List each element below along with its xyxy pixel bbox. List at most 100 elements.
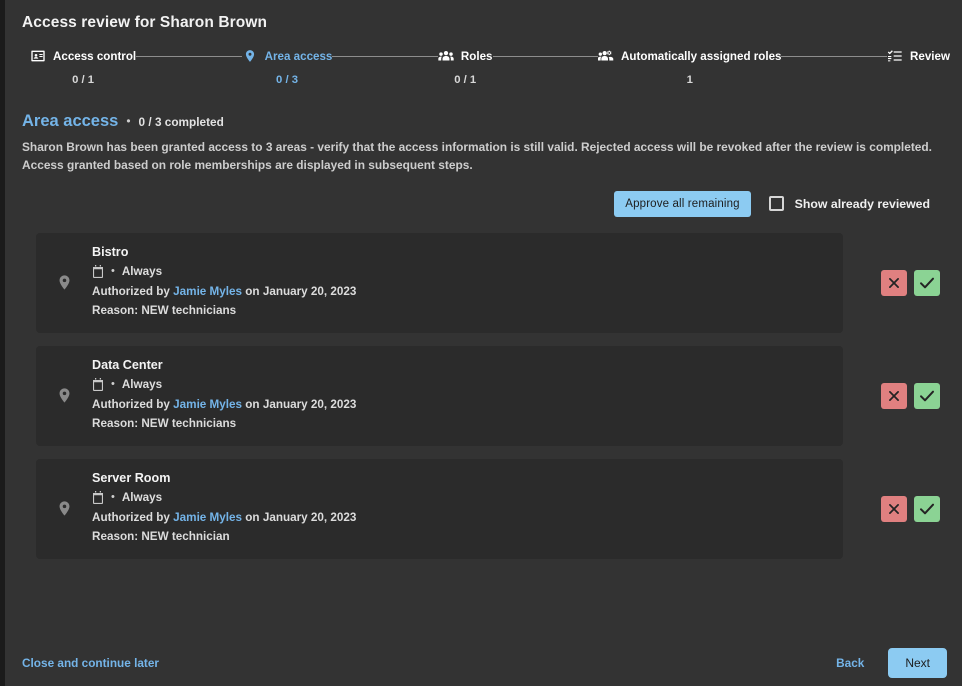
stepper-connector <box>781 47 887 65</box>
section-progress: 0 / 3 completed <box>139 115 224 129</box>
show-already-reviewed-checkbox[interactable] <box>769 196 784 211</box>
authorized-by-suffix: on January 20, 2023 <box>242 511 356 524</box>
stepper-connector <box>136 47 242 65</box>
section-title: Area access <box>22 112 118 131</box>
authorized-by-line: Authorized by Jamie Myles on January 20,… <box>92 509 827 528</box>
step-label: Review <box>910 50 950 63</box>
stepper-step-review[interactable]: Review <box>887 47 950 74</box>
checklist-icon <box>887 48 903 64</box>
authorized-by-prefix: Authorized by <box>92 285 173 298</box>
list-item: Bistro • Always A <box>36 233 940 333</box>
check-icon <box>919 389 935 403</box>
step-header: Review <box>887 47 950 65</box>
reason-line: Reason: NEW technicians <box>92 302 827 321</box>
step-count: 1 <box>687 74 693 86</box>
card-body: Data Center • Always <box>92 358 843 434</box>
calendar-icon <box>92 265 104 278</box>
stepper-step-automatically-assigned-roles[interactable]: Automatically assigned roles 1 <box>598 47 781 86</box>
area-name: Server Room <box>92 471 827 485</box>
schedule-separator: • <box>111 266 115 277</box>
authorized-by-suffix: on January 20, 2023 <box>242 285 356 298</box>
schedule-separator: • <box>111 492 115 503</box>
approve-button[interactable] <box>914 496 940 522</box>
step-header: Roles <box>438 47 493 65</box>
step-label: Access control <box>53 50 136 63</box>
location-pin-icon <box>36 272 92 293</box>
card-actions <box>881 270 940 296</box>
step-label: Roles <box>461 50 493 63</box>
reason-line: Reason: NEW technician <box>92 528 827 547</box>
show-already-reviewed-toggle[interactable]: Show already reviewed <box>769 196 930 211</box>
people-icon <box>438 48 454 64</box>
approve-button[interactable] <box>914 383 940 409</box>
authorizer-link[interactable]: Jamie Myles <box>173 398 242 411</box>
x-icon <box>887 389 901 403</box>
list-item: Server Room • Always <box>36 459 940 559</box>
card-actions <box>881 383 940 409</box>
show-already-reviewed-label: Show already reviewed <box>795 197 930 211</box>
schedule-row: • Always <box>92 264 827 279</box>
card-body: Bistro • Always A <box>92 245 843 321</box>
section-title-row: Area access • 0 / 3 completed <box>22 112 940 131</box>
authorized-by-line: Authorized by Jamie Myles on January 20,… <box>92 283 827 302</box>
review-toolbar: Approve all remaining Show already revie… <box>5 191 962 217</box>
area-access-card[interactable]: Bistro • Always A <box>36 233 843 333</box>
page-title: Access review for Sharon Brown <box>5 14 962 32</box>
schedule-row: • Always <box>92 377 827 392</box>
next-button[interactable]: Next <box>888 648 947 678</box>
card-actions <box>881 496 940 522</box>
authorizer-link[interactable]: Jamie Myles <box>173 511 242 524</box>
authorized-by-prefix: Authorized by <box>92 511 173 524</box>
area-name: Data Center <box>92 358 827 372</box>
app-root: Access review for Sharon Brown Access co… <box>0 0 962 686</box>
stepper-step-roles[interactable]: Roles 0 / 1 <box>438 47 493 86</box>
check-icon <box>919 276 935 290</box>
people-gear-icon <box>598 48 614 64</box>
dialog-header: Access review for Sharon Brown Access co… <box>5 0 962 86</box>
authorizer-link[interactable]: Jamie Myles <box>173 285 242 298</box>
schedule-separator: • <box>111 379 115 390</box>
x-icon <box>887 502 901 516</box>
stepper-step-area-access[interactable]: Area access 0 / 3 <box>242 47 333 86</box>
stepper-connector <box>493 47 599 65</box>
access-review-dialog: Access review for Sharon Brown Access co… <box>5 0 962 686</box>
step-label: Automatically assigned roles <box>621 50 781 63</box>
schedule-text: Always <box>122 378 162 391</box>
reject-button[interactable] <box>881 270 907 296</box>
approve-button[interactable] <box>914 270 940 296</box>
authorized-by-prefix: Authorized by <box>92 398 173 411</box>
reject-button[interactable] <box>881 383 907 409</box>
authorized-by-line: Authorized by Jamie Myles on January 20,… <box>92 396 827 415</box>
step-header: Automatically assigned roles <box>598 47 781 65</box>
schedule-row: • Always <box>92 490 827 505</box>
x-icon <box>887 276 901 290</box>
calendar-icon <box>92 491 104 504</box>
section-description: Sharon Brown has been granted access to … <box>22 138 940 175</box>
area-name: Bistro <box>92 245 827 259</box>
card-body: Server Room • Always <box>92 471 843 547</box>
location-pin-icon <box>36 498 92 519</box>
step-count: 0 / 3 <box>276 74 298 86</box>
stepper-connector <box>332 47 438 65</box>
back-button[interactable]: Back <box>826 650 874 676</box>
stepper-step-access-control[interactable]: Access control 0 / 1 <box>30 47 136 86</box>
area-access-card[interactable]: Data Center • Always <box>36 346 843 446</box>
check-icon <box>919 502 935 516</box>
reason-line: Reason: NEW technicians <box>92 415 827 434</box>
calendar-icon <box>92 378 104 391</box>
schedule-text: Always <box>122 491 162 504</box>
reject-button[interactable] <box>881 496 907 522</box>
area-access-card[interactable]: Server Room • Always <box>36 459 843 559</box>
location-pin-icon <box>242 48 258 64</box>
section-separator: • <box>126 114 130 128</box>
step-count: 0 / 1 <box>454 74 476 86</box>
step-header: Access control <box>30 47 136 65</box>
schedule-text: Always <box>122 265 162 278</box>
location-pin-icon <box>36 385 92 406</box>
close-and-continue-later-link[interactable]: Close and continue later <box>22 656 159 670</box>
section-header: Area access • 0 / 3 completed Sharon Bro… <box>5 112 962 175</box>
badge-icon <box>30 48 46 64</box>
approve-all-remaining-button[interactable]: Approve all remaining <box>614 191 750 217</box>
step-header: Area access <box>242 47 333 65</box>
dialog-footer: Close and continue later Back Next <box>5 640 962 686</box>
